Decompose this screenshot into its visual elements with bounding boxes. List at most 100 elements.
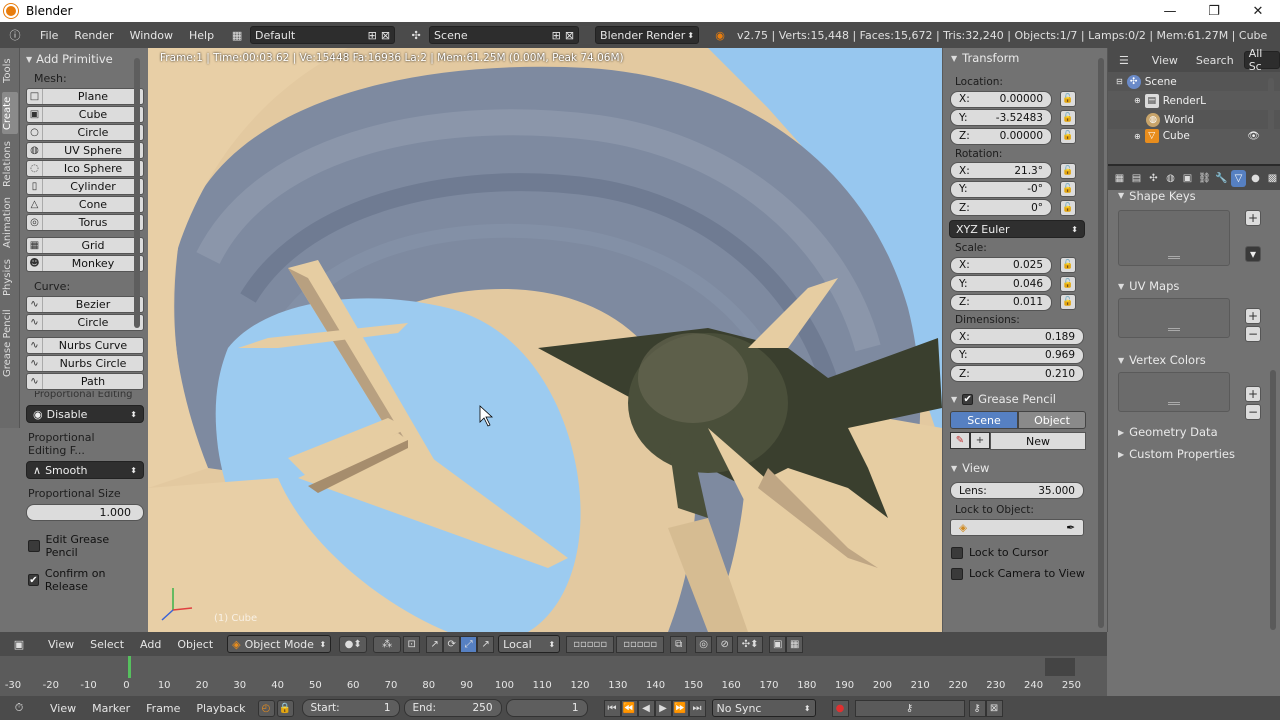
menu-file[interactable]: File — [32, 29, 66, 42]
add-mesh-cone-button[interactable]: △ Cone — [26, 196, 144, 213]
add-curve-bezier-button[interactable]: ∿ Bezier — [26, 296, 144, 313]
vertex-colors-panel-header[interactable]: ▼ Vertex Colors — [1108, 350, 1280, 370]
insert-keyframe-icon[interactable]: ⚷ — [968, 699, 986, 717]
snap-element-icon[interactable]: ✣⬍ — [737, 635, 764, 653]
edit-grease-pencil-checkbox[interactable] — [28, 540, 40, 552]
properties-scrollbar[interactable] — [1270, 370, 1276, 630]
add-curve-path-button[interactable]: ∿ Path — [26, 373, 144, 390]
start-frame-field[interactable]: Start: 1 — [301, 699, 400, 717]
constraints-tab-icon[interactable]: ⛓ — [1197, 170, 1212, 187]
geometry-data-panel-header[interactable]: ▶ Geometry Data — [1108, 422, 1280, 442]
play-icon[interactable]: ▶ — [654, 699, 672, 717]
lock-icon[interactable]: 🔓 — [1060, 275, 1076, 292]
grease-pencil-panel-header[interactable]: ▼ ✔ Grease Pencil — [943, 389, 1107, 409]
shape-key-menu-button[interactable]: ▾ — [1245, 246, 1261, 262]
menu-view[interactable]: View — [40, 638, 82, 651]
transform-orientation-dropdown[interactable]: Local ⬍ — [498, 635, 561, 653]
add-mesh-ico-sphere-button[interactable]: ◌ Ico Sphere — [26, 160, 144, 177]
menu-playback[interactable]: Playback — [188, 702, 253, 715]
current-frame-marker[interactable] — [128, 656, 131, 678]
delete-keyframe-icon[interactable]: ⊠ — [985, 699, 1003, 717]
lock-icon[interactable]: 🔓 — [1060, 109, 1076, 126]
transform-icon[interactable]: ↗ — [477, 635, 495, 653]
timeline-scrollbar[interactable] — [1045, 658, 1075, 676]
3d-viewport[interactable]: Frame:1 | Time:00:03.62 | Ve:15448 Fa:16… — [148, 48, 942, 632]
info-editor-type-icon[interactable]: ⓘ — [6, 26, 24, 44]
scene-icon[interactable]: ✣ — [407, 26, 425, 44]
transform-panel-header[interactable]: ▼ Transform — [943, 48, 1107, 68]
scale-x-field[interactable]: X: 0.025 — [950, 256, 1052, 274]
menu-select[interactable]: Select — [82, 638, 132, 651]
layout-grid-icon[interactable]: ▦ — [228, 26, 246, 44]
confirm-on-release-checkbox[interactable]: ✔ — [28, 574, 39, 586]
add-curve-nurbs-circle-button[interactable]: ∿ Nurbs Circle — [26, 355, 144, 372]
toolshelf-scrollbar[interactable] — [134, 58, 140, 328]
jump-keyframe-forward-icon[interactable]: ⏩ — [671, 699, 689, 717]
render-engine-dropdown[interactable]: Blender Render ⬍ — [595, 26, 700, 44]
rotation-x-field[interactable]: X: 21.3° — [950, 162, 1052, 180]
scale-z-field[interactable]: Z: 0.011 — [950, 293, 1052, 311]
add-mesh-cube-button[interactable]: ▣ Cube — [26, 106, 144, 123]
grease-pencil-checkbox[interactable]: ✔ — [962, 393, 974, 405]
proportional-edit-icon[interactable]: ◎ — [695, 635, 713, 653]
outliner-row-cube[interactable]: ⊕ ▽ Cube 👁 — [1108, 129, 1280, 143]
shape-keys-list[interactable] — [1118, 210, 1230, 266]
remove-vertex-color-button[interactable]: − — [1245, 404, 1261, 420]
timeline-editor-icon[interactable]: ⏱ — [10, 699, 28, 717]
rotation-z-field[interactable]: Z: 0° — [950, 199, 1052, 217]
lock-icon[interactable]: 🔓 — [1060, 294, 1076, 311]
pencil-icon[interactable]: ✎ — [950, 432, 970, 449]
outliner-scrollbar[interactable] — [1268, 78, 1274, 158]
tab-tools[interactable]: Tools — [2, 54, 18, 88]
rotation-mode-dropdown[interactable]: XYZ Euler ⬍ — [949, 220, 1085, 238]
add-mesh-grid-button[interactable]: ▦ Grid — [26, 237, 144, 254]
opengl-render-animation-icon[interactable]: ▦ — [786, 635, 804, 653]
sync-mode-dropdown[interactable]: No Sync ⬍ — [711, 699, 816, 717]
lock-range-icon[interactable]: 🔒 — [276, 699, 294, 717]
rotation-y-field[interactable]: Y: -0° — [950, 180, 1052, 198]
tab-grease-pencil[interactable]: Grease Pencil — [2, 304, 18, 382]
render-layers-tab-icon[interactable]: ▤ — [1129, 170, 1144, 187]
world-tab-icon[interactable]: ◍ — [1163, 170, 1178, 187]
tab-relations[interactable]: Relations — [2, 138, 18, 190]
add-primitive-panel-header[interactable]: ▼ Add Primitive — [20, 48, 148, 70]
prop-falloff-dropdown[interactable]: ∧ Smooth ⬍ — [26, 461, 144, 479]
dimensions-y-field[interactable]: Y: 0.969 — [950, 346, 1084, 364]
dimensions-z-field[interactable]: Z: 0.210 — [950, 365, 1084, 383]
current-frame-field[interactable]: 1 — [505, 699, 588, 717]
shape-keys-panel-header[interactable]: ▼ Shape Keys — [1108, 190, 1280, 204]
jump-start-icon[interactable]: ⏮ — [603, 699, 621, 717]
material-tab-icon[interactable]: ● — [1248, 170, 1263, 187]
outliner-row-world[interactable]: ◍ World — [1108, 110, 1280, 129]
lock-object-field[interactable]: ◈ ✒ — [950, 519, 1084, 536]
remove-scene-icon[interactable]: ⊠ — [565, 29, 574, 42]
add-scene-icon[interactable]: ⊞ — [552, 29, 561, 42]
object-tab-icon[interactable]: ▣ — [1180, 170, 1195, 187]
tab-animation[interactable]: Animation — [2, 194, 18, 252]
location-y-field[interactable]: Y: -3.52483 — [950, 109, 1052, 127]
lock-icon[interactable]: 🔓 — [1060, 128, 1076, 145]
keying-set-field[interactable]: ⚷ — [854, 699, 965, 717]
lock-icon[interactable]: 🔓 — [1060, 257, 1076, 274]
layers-grid-b[interactable]: ▫▫▫▫▫ — [616, 635, 665, 653]
tab-physics[interactable]: Physics — [2, 256, 18, 300]
opengl-render-image-icon[interactable]: ▣ — [769, 635, 787, 653]
view-panel-header[interactable]: ▼ View — [943, 458, 1107, 478]
modifiers-tab-icon[interactable]: 🔧 — [1214, 170, 1229, 187]
menu-object[interactable]: Object — [169, 638, 221, 651]
mesh-data-tab-icon[interactable]: ▽ — [1231, 169, 1246, 187]
location-x-field[interactable]: X: 0.00000 — [950, 90, 1052, 108]
texture-tab-icon[interactable]: ▩ — [1265, 170, 1280, 187]
end-frame-field[interactable]: End: 250 — [403, 699, 502, 717]
lock-icon[interactable]: 🔓 — [1060, 199, 1076, 216]
menu-window[interactable]: Window — [122, 29, 181, 42]
add-mesh-plane-button[interactable]: □ Plane — [26, 88, 144, 105]
gp-new-button[interactable]: New — [990, 432, 1086, 450]
edit-grease-pencil-row[interactable]: Edit Grease Pencil — [20, 529, 148, 563]
screen-layout-field[interactable]: Default ⊞ ⊠ — [250, 26, 396, 44]
menu-marker[interactable]: Marker — [84, 702, 138, 715]
add-vertex-color-button[interactable]: + — [1245, 386, 1261, 402]
location-z-field[interactable]: Z: 0.00000 — [950, 127, 1052, 145]
lock-camera-checkbox[interactable] — [951, 567, 963, 580]
add-layout-icon[interactable]: ⊞ — [368, 29, 377, 42]
